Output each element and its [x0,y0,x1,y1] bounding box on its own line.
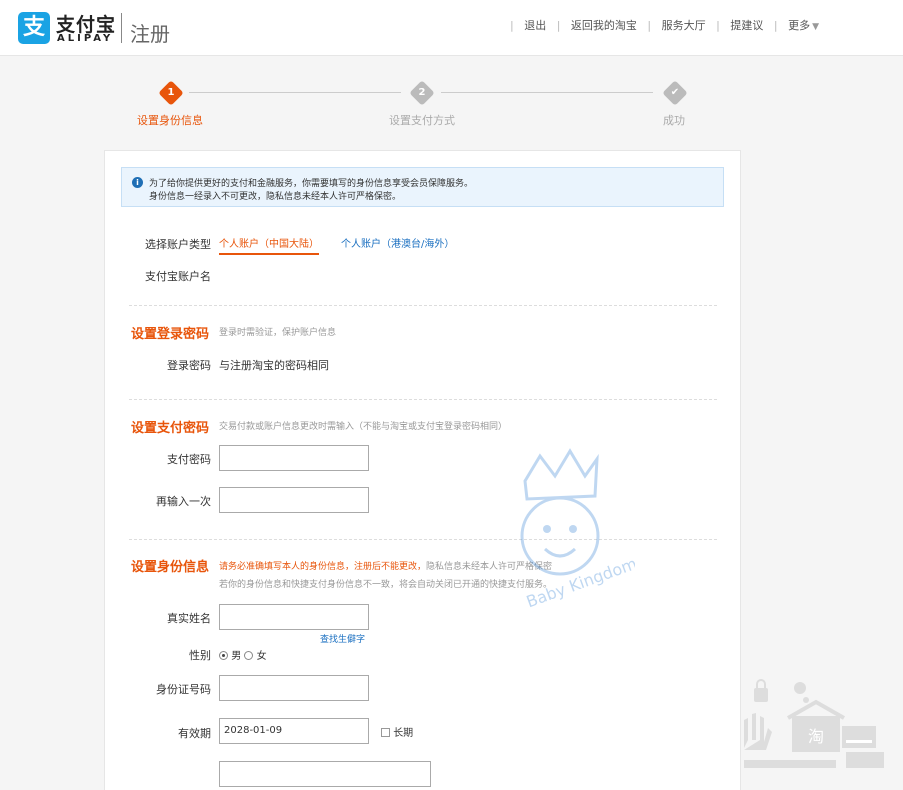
nav-feedback-link[interactable]: 提建议 [730,19,763,32]
page-title: 注册 [130,22,170,46]
top-nav: | 退出 | 返回我的淘宝 | 服务大厅 | 提建议 | 更多 ▼ [503,17,819,33]
logo-text-en: ALIPAY [57,33,114,44]
login-password-value: 与注册淘宝的密码相同 [219,359,329,372]
identity-warning: 请务必准确填写本人的身份信息，注册后不能更改， [219,562,427,572]
nav-service-link[interactable]: 服务大厅 [662,19,706,32]
step-2-icon: 2 [409,80,435,106]
nav-separator: | [773,19,778,32]
step-2-label: 设置支付方式 [389,114,455,127]
real-name-input[interactable] [219,604,369,630]
tab-overseas-account[interactable]: 个人账户（港澳台/海外） [341,235,454,250]
watermark-text: Baby Kingdom [524,554,635,612]
real-name-label: 真实姓名 [167,612,211,625]
pay-password-confirm-label: 再输入一次 [156,495,211,508]
nav-separator: | [509,19,514,32]
address-input[interactable] [219,761,431,787]
step-connector [441,92,653,93]
login-password-label: 登录密码 [167,359,211,372]
long-term-checkbox[interactable] [381,728,390,737]
info-icon: i [132,177,143,188]
long-term-label: 长期 [393,728,414,739]
tab-mainland-account[interactable]: 个人账户（中国大陆） [219,235,319,255]
gender-female-label: 女 [256,651,267,662]
corner-widget-text: 淘 [808,727,824,746]
gender-options: 男 女 [219,647,267,662]
step-1-icon: 1 [158,80,184,106]
id-number-input[interactable] [219,675,369,701]
pay-password-input[interactable] [219,445,369,471]
gender-female-radio[interactable] [244,651,254,660]
pay-password-confirm-input[interactable] [219,487,369,513]
nav-separator: | [716,19,720,32]
expiry-date-input[interactable]: 2028-01-09 [219,718,369,744]
nav-taobao-link[interactable]: 返回我的淘宝 [571,19,637,32]
registration-form: i 为了给你提供更好的支付和金融服务，你需要填写的身份信息享受会员保障服务。 身… [104,150,741,790]
rare-char-link[interactable]: 查找生僻字 [320,632,365,645]
nav-more-link[interactable]: 更多 [788,19,810,32]
info-notice: i 为了给你提供更好的支付和金融服务，你需要填写的身份信息享受会员保障服务。 身… [121,167,724,207]
step-success-icon: ✔ [662,80,688,106]
logo-divider [121,13,122,43]
expiry-label: 有效期 [178,727,211,740]
long-term-option: 长期 [381,724,413,739]
login-password-hint: 登录时需验证，保护账户信息 [219,328,337,338]
section-divider [129,305,717,306]
alipay-logo-icon[interactable]: 支 [18,12,50,44]
section-divider [129,399,717,400]
identity-title: 设置身份信息 [131,560,210,575]
notice-line-1: 为了给你提供更好的支付和金融服务，你需要填写的身份信息享受会员保障服务。 [149,179,474,189]
gender-label: 性别 [189,649,211,662]
pay-password-label: 支付密码 [167,453,211,466]
progress-steps: 1 2 ✔ 设置身份信息 设置支付方式 成功 [0,80,903,130]
corner-shop-icon[interactable]: 淘 [740,678,890,768]
gender-male-label: 男 [231,651,242,662]
step-3-label: 成功 [663,114,685,127]
step-connector [189,92,401,93]
id-number-label: 身份证号码 [156,683,211,696]
account-name-label: 支付宝账户名 [145,270,211,283]
gender-male-radio[interactable] [219,651,228,660]
login-password-title: 设置登录密码 [131,327,210,342]
baby-kingdom-watermark-icon: Baby Kingdom [520,448,635,612]
chevron-down-icon[interactable]: ▼ [812,22,819,32]
step-1-label: 设置身份信息 [137,114,203,127]
pay-password-hint: 交易付款或账户信息更改时需输入（不能与淘宝或支付宝登录密码相同） [219,422,508,432]
pay-password-title: 设置支付密码 [131,421,210,436]
nav-separator: | [556,19,561,32]
notice-line-2: 身份信息一经录入不可更改，隐私信息未经本人许可严格保密。 [149,192,402,202]
header: 支 支付宝 ALIPAY 注册 | 退出 | 返回我的淘宝 | 服务大厅 | 提… [0,0,903,56]
nav-logout-link[interactable]: 退出 [524,19,546,32]
nav-separator: | [647,19,652,32]
account-type-label: 选择账户类型 [145,238,211,251]
